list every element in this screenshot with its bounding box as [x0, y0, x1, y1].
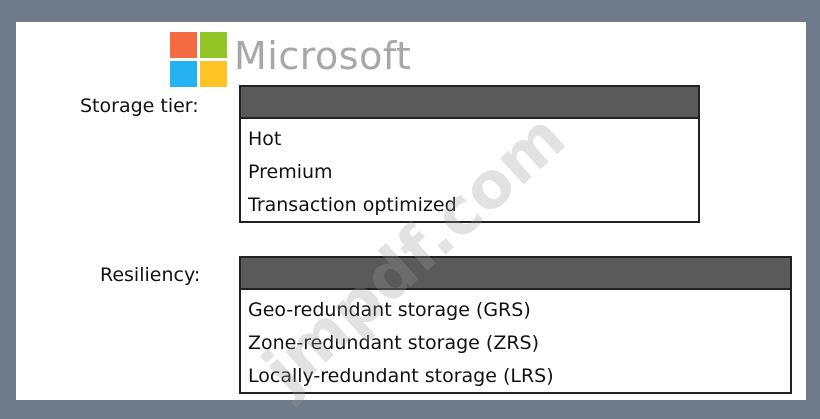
logo-green-square [200, 32, 227, 58]
microsoft-wordmark: Microsoft [234, 34, 412, 78]
storage-tier-option-transaction-optimized[interactable]: Transaction optimized [241, 189, 698, 222]
storage-tier-options: Hot Premium Transaction optimized [241, 119, 698, 222]
logo-yellow-square [200, 61, 227, 87]
resiliency-dropdown[interactable]: Geo-redundant storage (GRS) Zone-redunda… [239, 256, 792, 394]
storage-tier-option-premium[interactable]: Premium [241, 156, 698, 189]
resiliency-selected-value[interactable] [241, 258, 790, 290]
resiliency-option-grs[interactable]: Geo-redundant storage (GRS) [241, 294, 790, 327]
resiliency-options: Geo-redundant storage (GRS) Zone-redunda… [241, 290, 790, 393]
resiliency-option-lrs[interactable]: Locally-redundant storage (LRS) [241, 360, 790, 393]
logo-red-square [170, 32, 197, 58]
resiliency-label: Resiliency: [100, 264, 201, 286]
logo-blue-square [170, 61, 197, 87]
resiliency-option-zrs[interactable]: Zone-redundant storage (ZRS) [241, 327, 790, 360]
storage-tier-option-hot[interactable]: Hot [241, 123, 698, 156]
storage-tier-dropdown[interactable]: Hot Premium Transaction optimized [239, 85, 700, 223]
question-panel: Microsoft Storage tier: Hot Premium Tran… [16, 22, 806, 408]
storage-tier-selected-value[interactable] [241, 87, 698, 119]
microsoft-logo [170, 32, 228, 88]
storage-tier-label: Storage tier: [80, 95, 199, 117]
